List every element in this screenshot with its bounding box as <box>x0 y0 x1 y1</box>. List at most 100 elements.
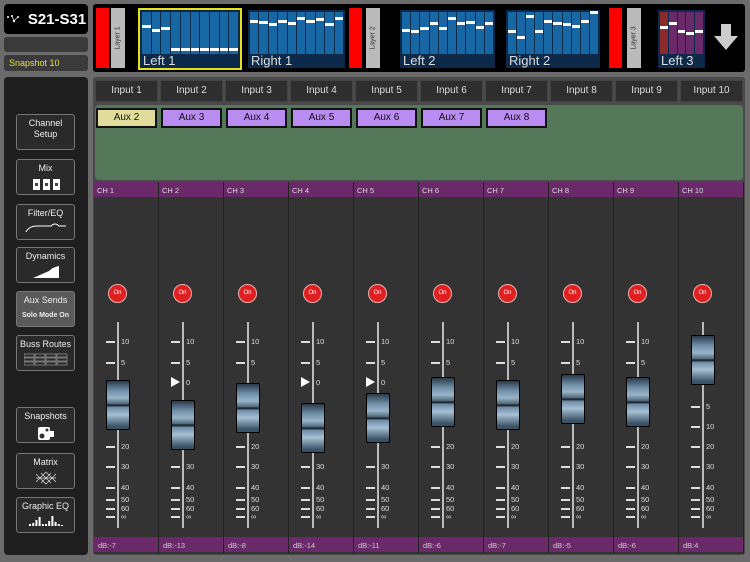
scale-tick <box>496 487 505 489</box>
sidebar-button-channel-setup[interactable]: Channel Setup <box>16 114 75 150</box>
tab-input-2[interactable]: Input 2 <box>160 80 223 102</box>
fader-knob[interactable] <box>301 403 325 453</box>
aux-button-6[interactable]: Aux 6 <box>356 108 417 128</box>
current-snapshot[interactable]: Snapshot 10 <box>4 55 88 71</box>
mini-fader <box>544 12 552 54</box>
channel-on-button[interactable]: On <box>433 284 452 303</box>
scale-label: 5 <box>381 358 385 367</box>
scale-tick <box>106 487 115 489</box>
scale-label: 30 <box>446 462 454 471</box>
channel-strip: CH 6On1052030405060∞dB:-6 <box>419 182 484 554</box>
sidebar-button-matrix[interactable]: Matrix <box>16 453 75 489</box>
scale-label: 50 <box>316 495 324 504</box>
mini-fader-level <box>210 48 219 51</box>
scale-label: 10 <box>641 337 649 346</box>
channel-on-button[interactable]: On <box>693 284 712 303</box>
scale-label: 20 <box>511 442 519 451</box>
tab-input-7[interactable]: Input 7 <box>485 80 548 102</box>
scale-tick <box>106 508 115 510</box>
layer-thumbnail[interactable]: Left 3 <box>658 10 705 68</box>
scale-label: 30 <box>121 462 129 471</box>
fader-knob[interactable] <box>561 374 585 424</box>
scale-label: 10 <box>381 337 389 346</box>
tab-input-1[interactable]: Input 1 <box>95 80 158 102</box>
aux-button-8[interactable]: Aux 8 <box>486 108 547 128</box>
layer-tab[interactable]: Layer 1 <box>111 8 125 68</box>
scale-label: 10 <box>446 337 454 346</box>
channel-on-button[interactable]: On <box>563 284 582 303</box>
mini-fader <box>535 12 543 54</box>
mini-fader <box>191 12 200 54</box>
scale-tick <box>236 499 245 501</box>
sidebar-button-dynamics[interactable]: Dynamics <box>16 247 75 283</box>
tab-input-8[interactable]: Input 8 <box>550 80 613 102</box>
mini-fader <box>411 12 419 54</box>
fader-knob[interactable] <box>366 393 390 443</box>
aux-selector-area: Aux 2Aux 3Aux 4Aux 5Aux 6Aux 7Aux 8 <box>95 105 743 180</box>
tab-input-9[interactable]: Input 9 <box>615 80 678 102</box>
scale-tick <box>366 341 375 343</box>
mini-fader-level <box>420 27 428 30</box>
scale-label: 5 <box>316 358 320 367</box>
sidebar-button-label: Aux Sends <box>24 295 68 305</box>
sidebar-button-snapshots[interactable]: Snapshots <box>16 407 75 443</box>
channel-strip: CH 3On1052030405060∞dB:-8 <box>224 182 289 554</box>
sidebar-button-mix[interactable]: Mix <box>16 159 75 195</box>
channel-on-button[interactable]: On <box>303 284 322 303</box>
aux-button-5[interactable]: Aux 5 <box>291 108 352 128</box>
scale-label: 30 <box>641 462 649 471</box>
fader-knob[interactable] <box>171 400 195 450</box>
mini-fader-level <box>678 30 686 33</box>
fader-knob[interactable] <box>626 377 650 427</box>
mini-fader-level <box>402 29 410 32</box>
scale-tick <box>301 508 310 510</box>
unity-marker-icon <box>366 377 375 387</box>
layer-thumbnail[interactable]: Right 1 <box>248 10 345 68</box>
channel-on-button[interactable]: On <box>498 284 517 303</box>
sidebar-button-filter-eq[interactable]: Filter/EQ <box>16 204 75 240</box>
aux-button-7[interactable]: Aux 7 <box>421 108 482 128</box>
fader-knob[interactable] <box>236 383 260 433</box>
layer-thumbnail[interactable]: Right 2 <box>506 10 600 68</box>
layer-thumbnail[interactable]: Left 2 <box>400 10 495 68</box>
mini-fader-level <box>250 20 258 23</box>
channel-on-button[interactable]: On <box>173 284 192 303</box>
aux-button-3[interactable]: Aux 3 <box>161 108 222 128</box>
tab-input-4[interactable]: Input 4 <box>290 80 353 102</box>
tab-input-10[interactable]: Input 10 <box>680 80 743 102</box>
layer-tab[interactable]: Layer 2 <box>366 8 380 68</box>
channel-on-button[interactable]: On <box>368 284 387 303</box>
fader-knob[interactable] <box>431 377 455 427</box>
unity-marker-icon <box>301 377 310 387</box>
tab-input-3[interactable]: Input 3 <box>225 80 288 102</box>
channel-on-button[interactable]: On <box>238 284 257 303</box>
mini-fader <box>476 12 484 54</box>
tab-input-6[interactable]: Input 6 <box>420 80 483 102</box>
sidebar-button-buss-routes[interactable]: Buss Routes <box>16 335 75 371</box>
mini-fader-level <box>335 17 343 20</box>
scale-tick <box>301 362 310 364</box>
channel-on-button[interactable]: On <box>108 284 127 303</box>
aux-button-2[interactable]: Aux 2 <box>96 108 157 128</box>
sidebar-button-graphic-eq[interactable]: Graphic EQ <box>16 497 75 533</box>
fader-knob[interactable] <box>496 380 520 430</box>
mini-fader-level <box>439 27 447 30</box>
mini-fader-level <box>306 20 314 23</box>
scale-tick <box>171 341 180 343</box>
sidebar: Channel Setup Mix Filter/EQ Dynamics Aux Sen… <box>4 77 88 555</box>
layer-tab[interactable]: Layer 3 <box>627 8 641 68</box>
scale-label: 30 <box>316 462 324 471</box>
channel-on-button[interactable]: On <box>628 284 647 303</box>
tab-input-5[interactable]: Input 5 <box>355 80 418 102</box>
fader-knob[interactable] <box>691 335 715 385</box>
sidebar-button-aux-sends[interactable]: Aux SendsSolo Mode On <box>16 291 75 327</box>
scale-label: 10 <box>511 337 519 346</box>
layer-label: Layer 3 <box>631 26 638 49</box>
app-logo[interactable]: S21-S31 <box>4 4 88 34</box>
mini-fader-level <box>181 48 190 51</box>
fader-knob[interactable] <box>106 380 130 430</box>
down-arrow-icon[interactable] <box>712 22 740 52</box>
layer-thumbnail[interactable]: Left 1 <box>140 10 240 68</box>
aux-button-4[interactable]: Aux 4 <box>226 108 287 128</box>
eq-curve-icon <box>17 222 74 237</box>
